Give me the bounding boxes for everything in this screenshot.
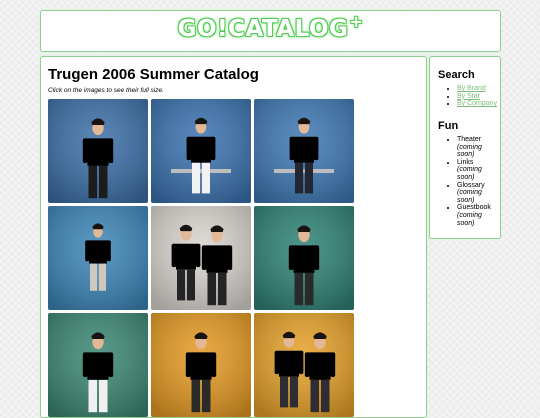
coming-soon-note: (coming soon) bbox=[457, 189, 482, 204]
by-brand-link[interactable]: By Brand bbox=[457, 85, 486, 92]
photo-image bbox=[254, 313, 354, 417]
photo-image bbox=[254, 99, 354, 203]
fun-item-theater: Theater(coming soon) bbox=[457, 136, 500, 159]
catalog-photo-6[interactable] bbox=[254, 206, 354, 310]
catalog-photo-7[interactable] bbox=[48, 313, 148, 417]
catalog-photo-3[interactable] bbox=[254, 99, 354, 203]
search-item-star: By Star bbox=[457, 93, 497, 101]
photo-image bbox=[48, 99, 148, 203]
logo-plus: + bbox=[349, 12, 364, 31]
page-title: Trugen 2006 Summer Catalog bbox=[48, 66, 259, 83]
photo-image bbox=[151, 313, 251, 417]
fun-heading: Fun bbox=[438, 120, 459, 132]
fun-list: Theater(coming soon) Links(coming soon) … bbox=[430, 136, 500, 227]
catalog-photo-2[interactable] bbox=[151, 99, 251, 203]
coming-soon-note: (coming soon) bbox=[457, 166, 482, 181]
photo-image bbox=[254, 206, 354, 310]
photo-image bbox=[48, 313, 148, 417]
main-content: Trugen 2006 Summer Catalog Click on the … bbox=[40, 56, 427, 418]
fun-item-links: Links(coming soon) bbox=[457, 159, 500, 182]
by-star-link[interactable]: By Star bbox=[457, 93, 480, 100]
sidebar: Search By Brand By Star By Company Fun T… bbox=[429, 56, 501, 239]
fun-item-guestbook: Guestbook(coming soon) bbox=[457, 204, 500, 227]
photo-image bbox=[151, 99, 251, 203]
catalog-photo-9[interactable] bbox=[254, 313, 354, 417]
fun-item-glossary: Glossary(coming soon) bbox=[457, 182, 500, 205]
search-heading: Search bbox=[438, 69, 475, 81]
site-logo[interactable]: GO!CATALOG+ bbox=[41, 12, 500, 42]
catalog-photo-4[interactable] bbox=[48, 206, 148, 310]
by-company-link[interactable]: By Company bbox=[457, 100, 497, 107]
fun-label: Glossary bbox=[457, 181, 485, 189]
coming-soon-note: (coming soon) bbox=[457, 211, 482, 227]
photo-grid bbox=[48, 99, 358, 417]
catalog-photo-1[interactable] bbox=[48, 99, 148, 203]
catalog-photo-8[interactable] bbox=[151, 313, 251, 417]
instruction-text: Click on the images to see their full si… bbox=[48, 87, 164, 94]
fun-label: Links bbox=[457, 158, 474, 166]
catalog-photo-5[interactable] bbox=[151, 206, 251, 310]
photo-image bbox=[151, 206, 251, 310]
search-item-brand: By Brand bbox=[457, 85, 497, 93]
fun-label: Guestbook bbox=[457, 204, 491, 212]
fun-label: Theater bbox=[457, 136, 482, 143]
search-item-company: By Company bbox=[457, 100, 497, 108]
logo-text: GO!CATALOG bbox=[177, 16, 349, 42]
header-banner: GO!CATALOG+ bbox=[40, 10, 501, 52]
search-link-list: By Brand By Star By Company bbox=[430, 85, 497, 108]
photo-image bbox=[48, 206, 148, 310]
coming-soon-note: (coming soon) bbox=[457, 143, 482, 159]
